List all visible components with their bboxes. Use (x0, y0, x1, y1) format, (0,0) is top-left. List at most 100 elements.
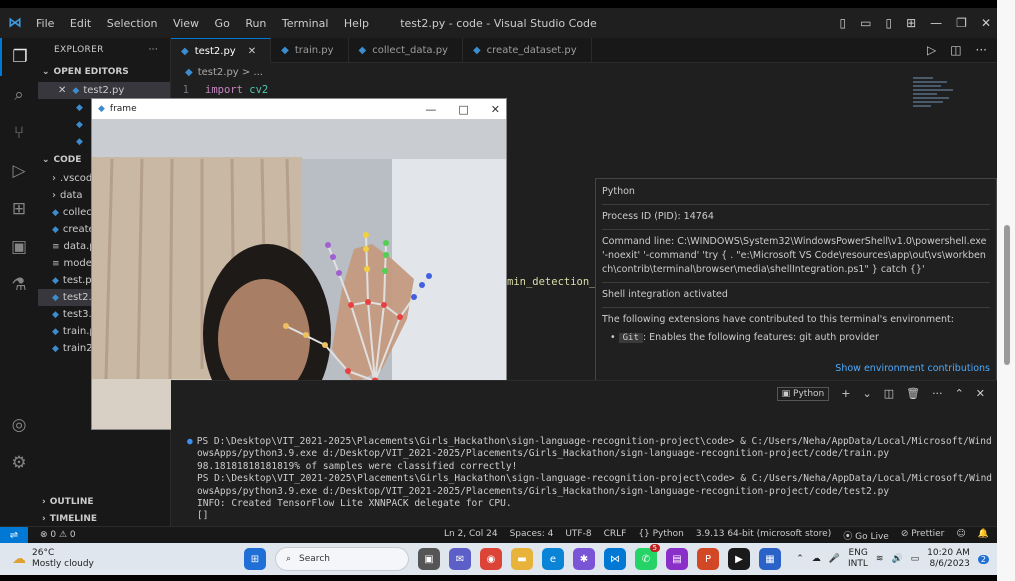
maximize-panel-icon[interactable]: ⌃ (955, 387, 964, 400)
command-status-dot[interactable]: ● (187, 436, 193, 447)
new-terminal-icon[interactable]: + (841, 387, 850, 400)
split-terminal-icon[interactable]: ◫ (884, 387, 894, 400)
file-explorer-icon[interactable]: ▬ (511, 548, 533, 570)
remote-explorer-icon[interactable]: ▣ (0, 228, 38, 266)
menu-terminal[interactable]: Terminal (282, 17, 329, 30)
notifications-bell-icon[interactable]: 🔔 (978, 529, 989, 542)
start-windows-icon[interactable]: ⊞ (244, 548, 266, 570)
feedback-icon[interactable]: ☺ (956, 529, 965, 542)
split-editor-icon[interactable]: ◫ (950, 43, 961, 57)
toggle-secondary-sidebar-icon[interactable]: ▯ (886, 16, 893, 30)
clock[interactable]: 10:20 AM 8/6/2023 (927, 548, 970, 570)
menu-edit[interactable]: Edit (70, 17, 91, 30)
settings-app-icon[interactable]: ✱ (573, 548, 595, 570)
toggle-sidebar-icon[interactable]: ▯ (840, 16, 847, 30)
close-panel-icon[interactable]: ✕ (976, 387, 985, 400)
close-icon[interactable]: ✕ (491, 103, 500, 116)
restore-icon[interactable]: ❐ (956, 16, 967, 30)
toggle-panel-icon[interactable]: ▭ (860, 16, 871, 30)
open-editors-section[interactable]: ⌄ OPEN EDITORS (38, 62, 170, 82)
menu-run[interactable]: Run (245, 17, 266, 30)
language-mode[interactable]: {} Python (638, 529, 684, 542)
onedrive-cloud-icon[interactable]: ☁ (812, 554, 821, 564)
run-debug-icon[interactable]: ▷ (0, 152, 38, 190)
taskbar-search-box[interactable]: ⌕ Search (275, 547, 409, 571)
notification-center-icon[interactable]: 2 (977, 554, 989, 564)
chevron-up-icon[interactable]: ⌃ (796, 554, 804, 564)
open-editor-item[interactable]: ✕ ◆ test2.py (38, 82, 170, 99)
cursor-position[interactable]: Ln 2, Col 24 (444, 529, 498, 542)
menu-view[interactable]: View (173, 17, 199, 30)
chevron-down-icon[interactable]: ⌄ (862, 387, 871, 400)
source-control-icon[interactable]: ⑂ (0, 114, 38, 152)
menu-selection[interactable]: Selection (107, 17, 158, 30)
media-player-icon[interactable]: ▶ (728, 548, 750, 570)
breadcrumb[interactable]: ◆ test2.py > ... (171, 63, 997, 81)
encoding[interactable]: UTF-8 (565, 529, 591, 542)
wifi-icon[interactable]: ≋ (876, 554, 884, 564)
minimize-icon[interactable]: — (425, 103, 436, 116)
tab-create-dataset[interactable]: ◆ create_dataset.py (463, 38, 592, 63)
scrollbar-thumb[interactable] (1004, 225, 1010, 365)
terminal-line: owsApps/python3.9.exe d:/Desktop/VIT_202… (197, 485, 890, 497)
python-file-icon: ◆ (52, 326, 59, 337)
whatsapp-icon[interactable]: ✆ 5 (635, 544, 660, 570)
menu-file[interactable]: File (36, 17, 54, 30)
terminal-tab-python[interactable]: ▣ Python (776, 386, 830, 401)
broadcast-icon: ⦿ (843, 531, 853, 542)
more-actions-icon[interactable]: ··· (976, 43, 987, 57)
minimize-icon[interactable]: — (930, 16, 942, 30)
code-line[interactable]: 1 import cv2 (171, 81, 997, 99)
microphone-icon[interactable]: 🎤 (829, 554, 840, 564)
edge-icon[interactable]: e (542, 548, 564, 570)
minimap[interactable] (913, 77, 957, 113)
manage-gear-icon[interactable]: ⚙ (0, 444, 38, 482)
volume-icon[interactable]: 🔊 (891, 554, 902, 564)
testing-icon[interactable]: ⚗ (0, 266, 38, 304)
more-actions-icon[interactable]: ··· (932, 387, 943, 400)
media-app-icon[interactable]: ▤ (666, 548, 688, 570)
run-icon[interactable]: ▷ (927, 43, 936, 57)
end-of-line[interactable]: CRLF (604, 529, 627, 542)
terminal-output[interactable]: ● PS D:\Desktop\VIT_2021-2025\Placements\… (171, 406, 997, 526)
powerpoint-icon[interactable]: P (697, 548, 719, 570)
close-icon[interactable]: ✕ (981, 16, 991, 30)
teams-chat-icon[interactable]: ✉ (449, 548, 471, 570)
battery-icon[interactable]: ▭ (911, 554, 920, 564)
python-interpreter[interactable]: 3.9.13 64-bit (microsoft store) (696, 529, 831, 542)
extensions-icon[interactable]: ⊞ (0, 190, 38, 228)
maximize-icon[interactable]: □ (458, 103, 468, 116)
explorer-icon[interactable]: ❐ (0, 38, 38, 76)
tab-train[interactable]: ◆ train.py (271, 38, 349, 63)
vscode-taskbar-icon[interactable]: ⋈ (604, 548, 626, 570)
tab-test2[interactable]: ◆ test2.py ✕ (171, 38, 272, 63)
check-double-icon: ⊘ (900, 528, 909, 539)
tab-collect-data[interactable]: ◆ collect_data.py (349, 38, 463, 63)
remote-indicator-icon[interactable]: ⇌ (0, 526, 28, 544)
task-view-icon[interactable]: ▣ (418, 548, 440, 570)
search-icon[interactable]: ⌕ (0, 76, 38, 114)
close-editor-icon[interactable]: ✕ (58, 85, 66, 96)
outer-scrollbar[interactable] (997, 0, 1015, 581)
close-tab-icon[interactable]: ✕ (248, 46, 256, 57)
menu-help[interactable]: Help (344, 17, 369, 30)
terminal-cursor: [] (197, 510, 209, 522)
problems-indicator[interactable]: ⊗ 0 ⚠ 0 (40, 530, 76, 540)
menu-go[interactable]: Go (215, 17, 230, 30)
python-file-icon: ◆ (185, 66, 193, 78)
more-actions-icon[interactable]: ··· (149, 45, 158, 55)
frame-app-icon: ◆ (98, 104, 105, 114)
timeline-section[interactable]: › TIMELINE (38, 512, 170, 526)
account-icon[interactable]: ◎ (0, 406, 38, 444)
show-env-contributions-link[interactable]: Show environment contributions (835, 362, 990, 376)
trash-icon[interactable]: 🗑 (906, 387, 920, 400)
go-live-button[interactable]: ⦿ Go Live (843, 529, 889, 542)
outline-section[interactable]: › OUTLINE (38, 492, 170, 512)
language-indicator[interactable]: ENG INTL (848, 548, 868, 570)
prettier-button[interactable]: ⊘ Prettier (901, 529, 945, 542)
customize-layout-icon[interactable]: ⊞ (906, 16, 916, 30)
photos-app-icon[interactable]: ▦ (759, 548, 781, 570)
indentation[interactable]: Spaces: 4 (510, 529, 554, 542)
weather-widget[interactable]: ☁ 26°C Mostly cloudy (0, 548, 110, 570)
chrome-icon[interactable]: ◉ (480, 548, 502, 570)
